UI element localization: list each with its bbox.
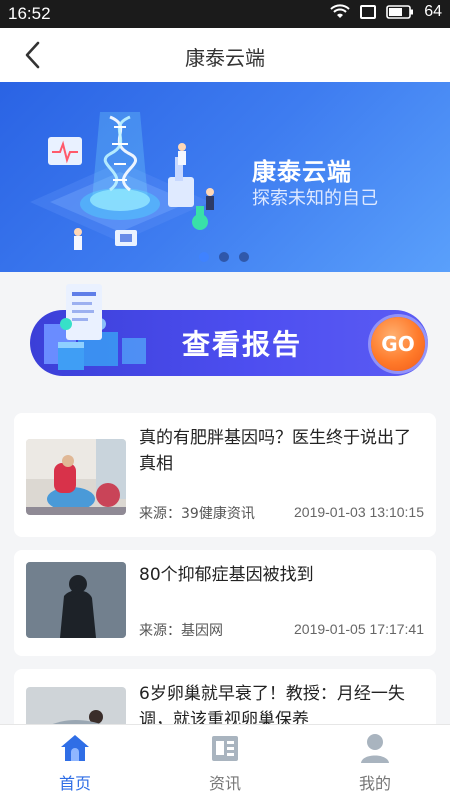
news-date: 2019-01-05 17:17:41 [294,621,424,637]
tab-news-label: 资讯 [208,774,241,793]
go-button[interactable]: GO [371,317,425,371]
banner-slogan: 探索未知的自己 [252,188,378,209]
battery-icon [386,5,414,19]
nav-bar: 康泰云端 [0,28,450,82]
tab-news[interactable]: 资讯 [150,725,300,800]
screen-icon [360,5,377,19]
fitness-ball-image [26,439,126,515]
status-time: 16:52 [8,4,51,23]
report-clipboard-icon [58,284,102,370]
bottom-tab-bar: 首页 资讯 我的 [0,724,450,800]
banner-brand: 康泰云端 [252,158,352,186]
tab-home-label: 首页 [58,774,91,793]
news-item[interactable]: 80个抑郁症基因被找到 来源：基因网 2019-01-05 17:17:41 [14,550,436,656]
wifi-icon [330,4,350,18]
news-headline: 真的有肥胖基因吗？医生终于说出了真相 [139,428,411,474]
news-headline: 80个抑郁症基因被找到 [139,565,314,585]
tab-profile-label: 我的 [358,774,391,793]
news-icon [212,736,238,761]
dna-lab-illustration [30,112,214,250]
news-thumbnail [26,562,126,638]
user-icon [361,734,389,763]
battery-level: 64 [424,3,442,20]
status-bar: 16:52 64 [0,0,450,28]
depression-silhouette-image [26,562,126,638]
tab-profile[interactable]: 我的 [300,725,450,800]
news-source: 来源：39健康资讯 [139,506,255,522]
banner-carousel[interactable]: 康泰云端 探索未知的自己 [0,82,450,272]
news-date: 2019-01-03 13:10:15 [294,504,424,520]
carousel-dot[interactable] [199,252,209,262]
news-source: 来源：基因网 [139,623,223,639]
view-report-label: 查看报告 [182,328,303,361]
carousel-dot[interactable] [219,252,229,262]
carousel-dot[interactable] [239,252,249,262]
carousel-indicators [0,252,450,264]
status-icons: 64 [330,3,442,21]
news-item[interactable]: 真的有肥胖基因吗？医生终于说出了真相 来源：39健康资讯 2019-01-03 … [14,413,436,537]
tab-home[interactable]: 首页 [0,725,150,800]
page-title: 康泰云端 [185,46,265,70]
news-thumbnail [26,439,126,515]
home-icon [61,735,89,761]
